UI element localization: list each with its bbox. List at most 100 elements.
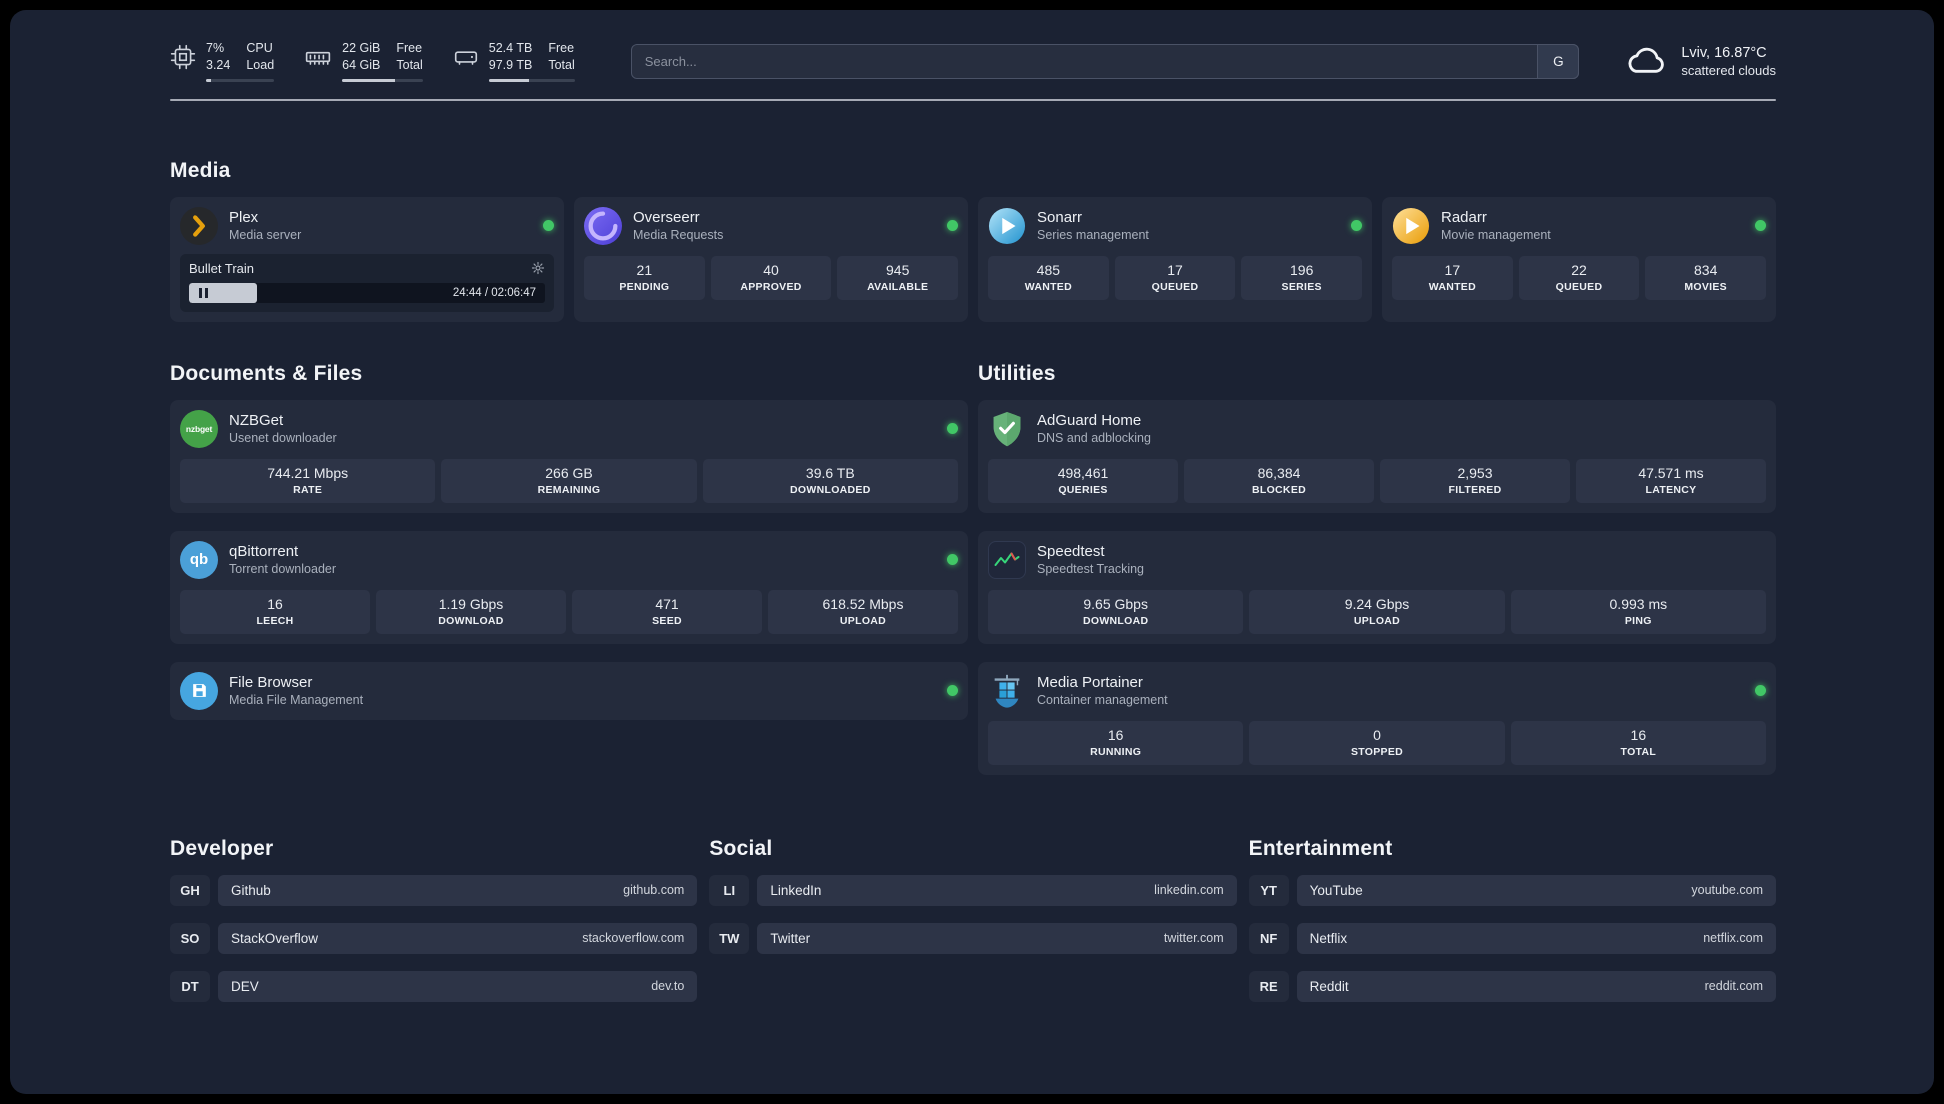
stat-box: 9.65 Gbps DOWNLOAD [988,589,1244,634]
bookmark-url: linkedin.com [1154,883,1224,897]
status-dot [1755,220,1766,231]
bookmark-abbr: DT [170,970,210,1002]
app-name: Plex [229,209,259,226]
ram-values: 22 GiB 64 GiB [342,41,381,72]
cpu-widget: 7% 3.24 CPU Load [170,40,275,82]
cpu-progress-bar [206,79,275,82]
bookmark-url: reddit.com [1704,979,1763,993]
disk-labels: Free Total [548,41,575,72]
bookmark-youtube[interactable]: YT YouTube youtube.com [1248,874,1776,906]
stat-box: 498,461 QUERIES [988,458,1178,503]
radarr-card[interactable]: Radarr Movie management 17 WANTED 22 QUEUE… [1382,196,1776,322]
adguard-card[interactable]: AdGuard Home DNS and adblocking 498,461 Q… [978,399,1776,513]
playback-time: 24:44 / 02:06:47 [452,286,536,299]
plex-icon [180,206,218,245]
speedtest-card[interactable]: Speedtest Speedtest Tracking 9.65 Gbps DO… [978,530,1776,644]
qbittorrent-card[interactable]: qb qBittorrent Torrent downloader 16 LEEC… [170,530,968,644]
app-subtitle: Container management [1037,693,1168,707]
stat-box: 266 GB REMAINING [441,458,697,503]
stat-box: 0.993 ms PING [1510,589,1766,634]
app-subtitle: Media server [229,228,302,242]
app-subtitle: Torrent downloader [229,562,337,576]
plex-card[interactable]: Plex Media server Bullet Train 24:44 / 0… [170,196,564,322]
app-subtitle: Media File Management [229,693,364,707]
bookmark-dev[interactable]: DT DEV dev.to [170,970,698,1002]
stat-box: 86,384 BLOCKED [1184,458,1374,503]
pause-icon[interactable] [199,287,208,298]
status-dot [947,554,958,565]
status-dot [947,423,958,434]
bookmark-reddit[interactable]: RE Reddit reddit.com [1248,970,1776,1002]
overseerr-card[interactable]: Overseerr Media Requests 21 PENDING 40 APP… [574,196,968,322]
search-engine-button[interactable]: G [1537,43,1580,79]
stat-box: 21 PENDING [584,255,705,300]
app-subtitle: Movie management [1441,228,1551,242]
bookmark-name: Twitter [770,930,811,946]
section-entertainment: Entertainment YT YouTube youtube.com NF … [1248,837,1776,1019]
qbittorrent-icon: qb [180,540,218,579]
portainer-icon [988,672,1026,710]
bookmark-name: LinkedIn [770,882,822,898]
stat-box: 744.21 Mbps RATE [180,458,436,503]
filebrowser-icon [180,671,218,710]
bookmark-netflix[interactable]: NF Netflix netflix.com [1248,922,1776,954]
app-subtitle: Speedtest Tracking [1037,562,1145,576]
weather-location: Lviv, 16.87°C [1681,44,1767,61]
cpu-labels: CPU Load [246,41,275,72]
overseerr-icon [584,206,622,245]
filebrowser-card[interactable]: File Browser Media File Management [170,661,968,720]
app-name: Sonarr [1037,209,1083,226]
search-input[interactable] [630,43,1580,79]
playback-progress-bar[interactable]: 24:44 / 02:06:47 [189,282,545,303]
utilities-section-title: Utilities [978,361,1056,385]
disk-widget: 52.4 TB 97.9 TB Free Total [453,40,575,82]
sonarr-card[interactable]: Sonarr Series management 485 WANTED 17 QUE… [978,196,1372,322]
app-name: qBittorrent [229,543,299,560]
app-subtitle: Series management [1037,228,1149,242]
cloud-icon [1623,42,1669,81]
bookmark-stackoverflow[interactable]: SO StackOverflow stackoverflow.com [170,922,698,954]
developer-section-title: Developer [170,836,274,860]
stat-box: 471 SEED [572,589,762,634]
radarr-icon [1392,207,1430,245]
app-name: Radarr [1441,209,1487,226]
ram-progress-bar [342,79,423,82]
bookmark-name: Reddit [1309,978,1349,994]
status-dot [1351,220,1362,231]
bookmark-abbr: TW [709,922,750,954]
stat-box: 17 WANTED [1392,255,1513,300]
adguard-shield-icon [988,410,1026,448]
bookmark-github[interactable]: GH Github github.com [170,874,698,906]
stat-box: 945 AVAILABLE [837,255,959,300]
section-developer: Developer GH Github github.com SO StackO… [170,836,698,1019]
app-subtitle: Usenet downloader [229,431,337,445]
bookmark-linkedin[interactable]: LI LinkedIn linkedin.com [709,874,1237,906]
nzbget-card[interactable]: nzbget NZBGet Usenet downloader 744.21 M… [170,399,968,513]
stat-box: 0 STOPPED [1249,720,1505,765]
bookmark-name: DEV [231,978,259,994]
stat-box: 196 SERIES [1241,255,1363,300]
app-name: AdGuard Home [1037,412,1142,429]
stat-box: 47.571 ms LATENCY [1576,458,1766,503]
now-playing-widget: Bullet Train 24:44 / 02:06:47 [180,253,554,312]
stat-box: 16 RUNNING [988,720,1244,765]
gear-icon[interactable] [531,261,545,275]
bookmark-abbr: SO [170,922,210,954]
app-subtitle: DNS and adblocking [1037,431,1151,445]
portainer-card[interactable]: Media Portainer Container management 16 R… [978,661,1776,775]
stat-box: 22 QUEUED [1518,255,1640,300]
bookmark-name: YouTube [1309,882,1363,898]
now-playing-title: Bullet Train [189,260,255,276]
bookmark-url: github.com [623,883,685,897]
stat-box: 17 QUEUED [1114,255,1236,300]
bookmark-twitter[interactable]: TW Twitter twitter.com [709,922,1237,954]
stat-box: 16 TOTAL [1510,720,1766,765]
bookmark-url: netflix.com [1703,931,1763,945]
bookmark-abbr: RE [1248,970,1289,1002]
ram-widget: 22 GiB 64 GiB Free Total [304,40,423,82]
bookmark-url: twitter.com [1163,931,1224,945]
stat-box: 9.24 Gbps UPLOAD [1249,589,1505,634]
bookmark-abbr: LI [709,874,750,906]
app-name: File Browser [229,674,313,691]
bookmark-name: Github [231,882,271,898]
